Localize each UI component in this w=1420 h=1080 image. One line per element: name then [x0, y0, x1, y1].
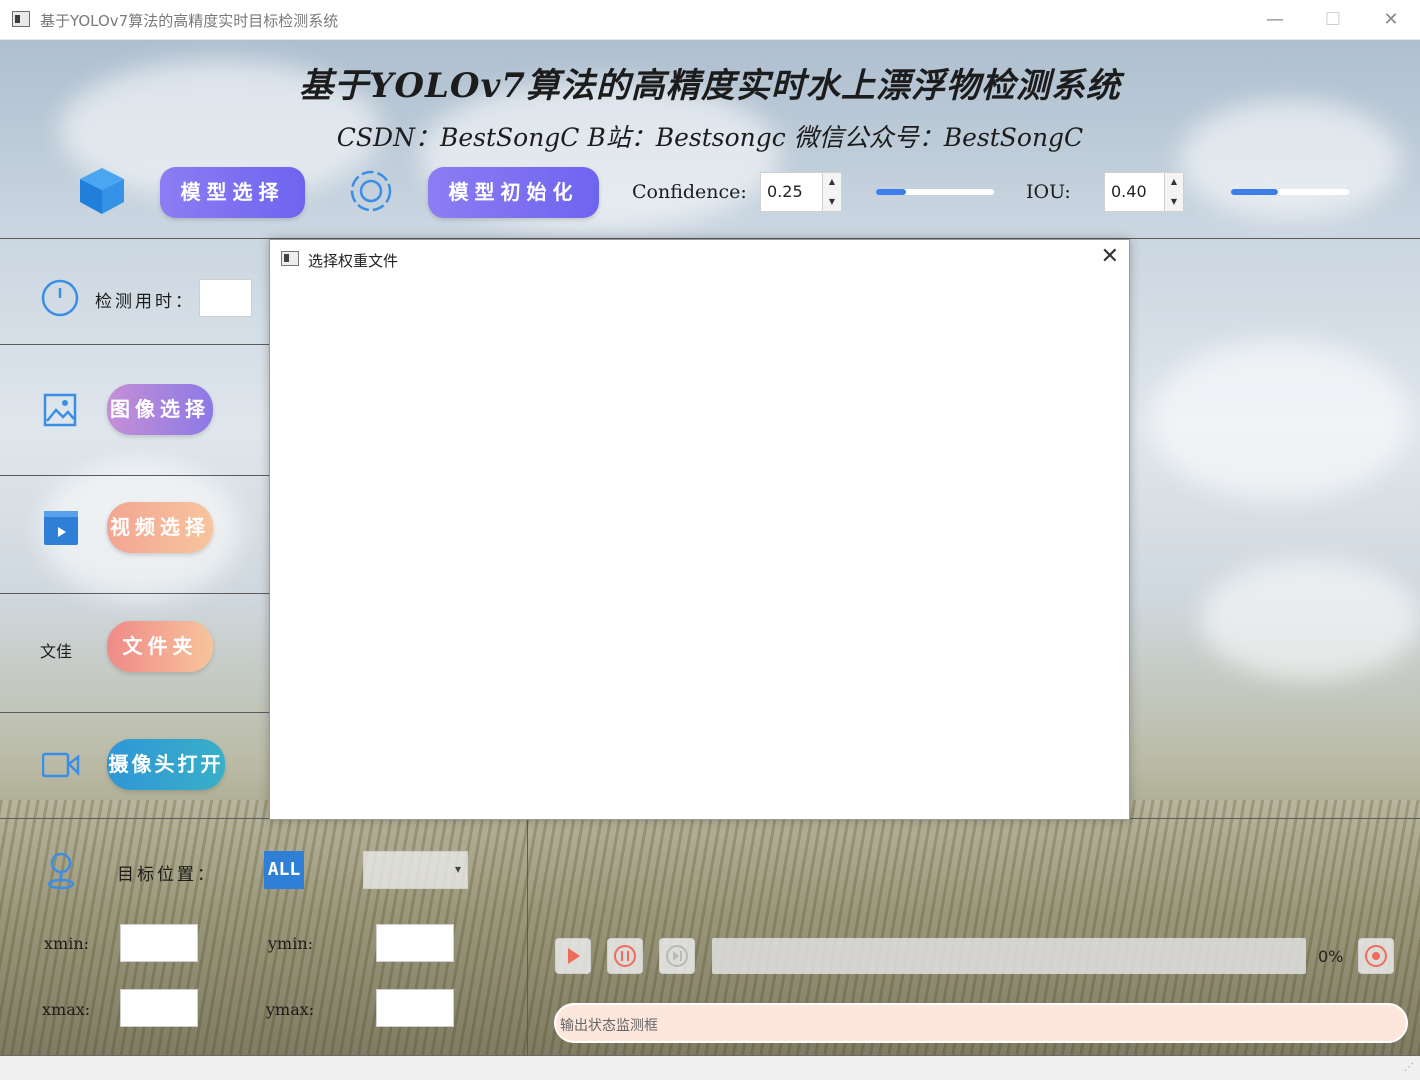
spin-up-icon[interactable]: ▲	[1165, 173, 1183, 192]
stop-icon	[1365, 945, 1387, 967]
model-select-button[interactable]: 模型选择	[160, 167, 305, 218]
play-icon	[568, 948, 580, 964]
pause-button[interactable]	[607, 938, 643, 974]
dialog-title: 选择权重文件	[308, 252, 399, 270]
cube-icon	[80, 168, 124, 214]
page-title: 基于YOLOv7算法的高精度实时水上漂浮物检测系统	[299, 66, 1121, 106]
spin-up-icon[interactable]: ▲	[823, 173, 841, 192]
progress-percent: 0%	[1318, 947, 1344, 966]
confidence-value: 0.25	[767, 182, 803, 201]
iou-slider[interactable]	[1231, 189, 1349, 195]
ymin-label: ymin:	[268, 934, 314, 953]
next-frame-button[interactable]	[659, 938, 695, 974]
minimize-button[interactable]: —	[1246, 0, 1304, 40]
confidence-spinbox[interactable]: 0.25 ▲ ▼	[760, 172, 842, 212]
location-pin-icon	[47, 852, 75, 890]
target-select-dropdown[interactable]: ▾	[363, 851, 468, 889]
pause-icon	[614, 945, 636, 967]
all-badge[interactable]: ALL	[264, 851, 304, 889]
spin-down-icon[interactable]: ▼	[823, 193, 841, 212]
play-button[interactable]	[555, 938, 591, 974]
stop-button[interactable]	[1358, 938, 1394, 974]
page-subtitle: CSDN：BestSongC B站：Bestsongc 微信公众号：BestSo…	[336, 123, 1084, 152]
camera-open-button[interactable]: 摄像头打开	[107, 739, 225, 790]
divider	[527, 818, 528, 1055]
detect-time-field	[199, 279, 252, 317]
confidence-slider[interactable]	[876, 189, 994, 195]
image-select-button[interactable]: 图像选择	[107, 384, 213, 435]
folder-label: 文佳	[40, 642, 73, 661]
clock-icon	[41, 279, 79, 317]
xmax-field[interactable]	[120, 989, 198, 1027]
select-weights-dialog[interactable]: 选择权重文件 ✕	[269, 239, 1130, 820]
video-icon	[44, 511, 78, 545]
window-titlebar: 基于YOLOv7算法的高精度实时目标检测系统 — ☐ ✕	[0, 0, 1420, 40]
image-icon	[43, 393, 77, 427]
close-button[interactable]: ✕	[1362, 0, 1420, 40]
divider	[0, 344, 270, 345]
xmax-label: xmax:	[42, 1000, 91, 1019]
iou-value: 0.40	[1111, 182, 1147, 201]
status-bar: ⋰	[0, 1055, 1420, 1080]
status-placeholder: 输出状态监测框	[560, 1018, 658, 1034]
xmin-field[interactable]	[120, 924, 198, 962]
next-frame-icon	[666, 945, 688, 967]
spin-down-icon[interactable]: ▼	[1165, 193, 1183, 212]
video-progress-bar[interactable]	[712, 938, 1306, 974]
model-init-button[interactable]: 模型初始化	[428, 167, 599, 218]
chevron-down-icon: ▾	[454, 862, 461, 876]
folder-button[interactable]: 文件夹	[107, 621, 213, 672]
divider	[0, 712, 270, 713]
xmin-label: xmin:	[44, 934, 90, 953]
resize-grip-icon[interactable]: ⋰	[1404, 1062, 1414, 1073]
divider	[0, 593, 270, 594]
iou-label: IOU:	[1026, 181, 1071, 203]
status-monitor-box: 输出状态监测框	[554, 1003, 1408, 1043]
confidence-label: Confidence:	[632, 181, 747, 203]
ymax-field[interactable]	[376, 989, 454, 1027]
dialog-close-button[interactable]: ✕	[1101, 244, 1119, 269]
video-select-button[interactable]: 视频选择	[107, 502, 213, 553]
ymax-label: ymax:	[266, 1000, 315, 1019]
app-icon	[12, 11, 30, 27]
divider	[0, 475, 270, 476]
camera-icon	[42, 752, 80, 778]
settings-ring-icon	[350, 170, 392, 212]
iou-spinbox[interactable]: 0.40 ▲ ▼	[1104, 172, 1184, 212]
window-title: 基于YOLOv7算法的高精度实时目标检测系统	[40, 12, 339, 30]
target-position-label: 目标位置：	[117, 865, 217, 885]
ymin-field[interactable]	[376, 924, 454, 962]
dialog-app-icon	[281, 251, 299, 266]
detect-time-label: 检测用时：	[95, 292, 195, 312]
maximize-button[interactable]: ☐	[1304, 0, 1362, 40]
